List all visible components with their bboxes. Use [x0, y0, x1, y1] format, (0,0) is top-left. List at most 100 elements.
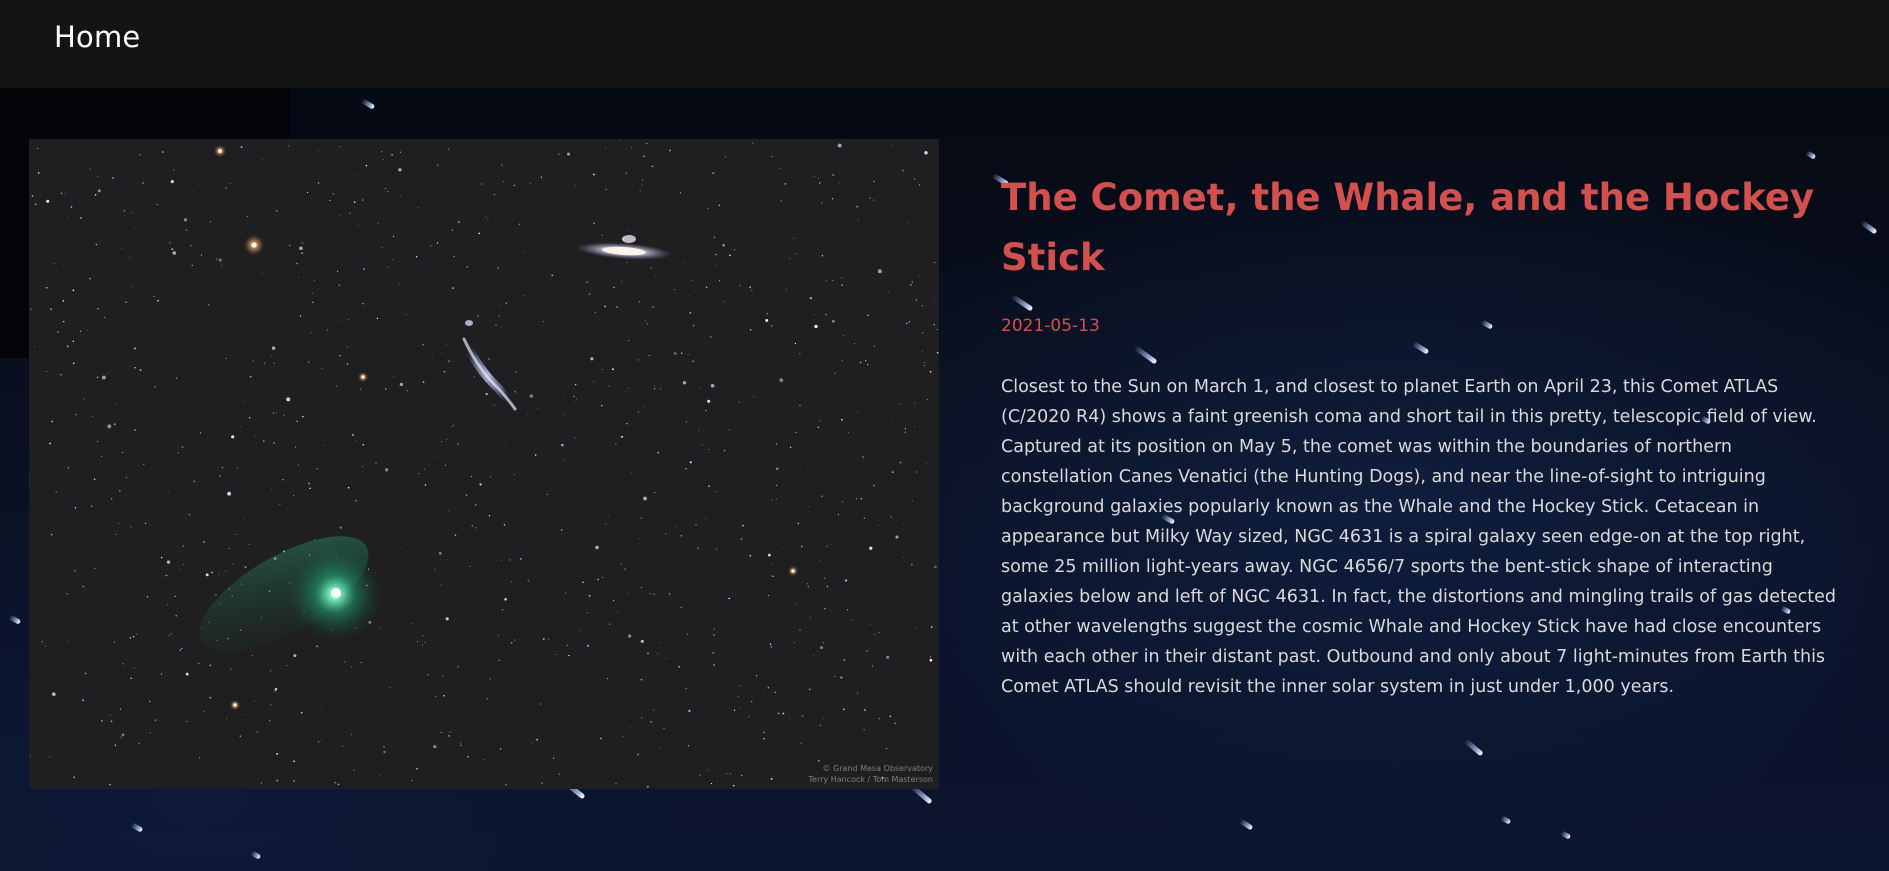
star [718, 280, 720, 282]
star [172, 251, 176, 255]
star [728, 597, 731, 600]
star [360, 661, 363, 664]
star [179, 568, 181, 570]
star [317, 182, 320, 184]
star [553, 309, 555, 311]
star [908, 222, 909, 224]
star [57, 331, 59, 333]
star [779, 378, 784, 383]
star [453, 256, 455, 258]
star [689, 312, 692, 314]
star [642, 183, 644, 185]
star [541, 782, 543, 785]
star [501, 164, 503, 166]
star [321, 740, 322, 742]
star [812, 654, 814, 656]
star [638, 538, 640, 539]
star [630, 472, 632, 474]
star [908, 321, 911, 323]
star [317, 741, 320, 743]
star [682, 381, 687, 385]
star [84, 672, 87, 675]
star [203, 541, 205, 543]
credit-observatory: © Grand Mesa Observatory [822, 764, 933, 773]
star [874, 634, 876, 635]
star [853, 343, 856, 345]
star [346, 363, 349, 365]
star [399, 382, 404, 386]
star [680, 352, 683, 355]
star [301, 242, 304, 244]
star [628, 340, 630, 342]
star [637, 359, 639, 361]
star [699, 774, 702, 777]
star [185, 672, 189, 676]
star [398, 283, 400, 284]
star [500, 748, 502, 750]
star [254, 434, 256, 436]
star [876, 729, 878, 731]
star [540, 703, 542, 705]
star [651, 165, 654, 168]
star [225, 570, 227, 572]
star [60, 192, 63, 194]
home-link[interactable]: Home [54, 20, 140, 54]
star [729, 429, 731, 431]
star [585, 486, 586, 488]
star [669, 149, 671, 152]
star [173, 169, 175, 171]
star [293, 494, 295, 496]
star [929, 370, 932, 373]
star [445, 343, 447, 345]
star [451, 426, 453, 428]
star [138, 742, 140, 745]
star [877, 524, 879, 527]
star [586, 281, 588, 283]
star [826, 585, 828, 588]
star [392, 258, 394, 261]
star [97, 176, 99, 178]
star [470, 475, 473, 478]
star [559, 644, 561, 646]
star [471, 525, 473, 527]
star [646, 323, 648, 325]
star [441, 441, 443, 443]
star [276, 753, 278, 755]
star [806, 582, 809, 585]
star [199, 432, 202, 434]
star [513, 474, 515, 476]
star [424, 484, 427, 486]
star [933, 323, 936, 326]
star [685, 687, 687, 690]
star [162, 151, 164, 153]
star [295, 380, 297, 382]
star [707, 208, 709, 210]
star [616, 610, 618, 612]
star [393, 376, 395, 378]
star [412, 622, 414, 624]
credit-photographers: Terry Hancock / Tom Masterson [808, 775, 933, 784]
star [334, 782, 336, 784]
star [216, 258, 217, 260]
star [160, 673, 163, 675]
star [263, 440, 265, 442]
star [66, 593, 68, 595]
star [712, 652, 714, 654]
star [566, 194, 568, 195]
star [177, 452, 180, 454]
star [825, 313, 827, 316]
star [226, 187, 228, 189]
star [935, 297, 936, 299]
star [820, 202, 823, 204]
star [824, 577, 826, 579]
star [121, 451, 123, 454]
star [648, 354, 650, 357]
star [211, 571, 213, 574]
star [297, 464, 299, 466]
star [475, 527, 477, 529]
star [886, 655, 890, 659]
star [557, 556, 558, 557]
star [675, 525, 677, 527]
star [936, 351, 939, 354]
star [361, 199, 364, 201]
